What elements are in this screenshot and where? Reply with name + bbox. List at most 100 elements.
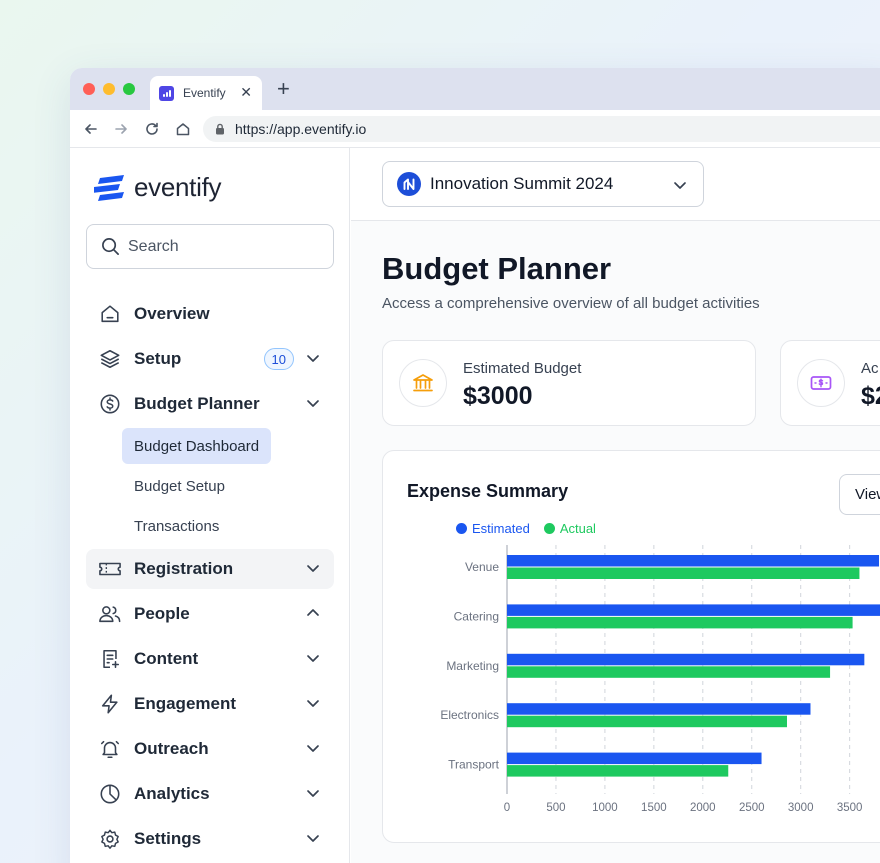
tab-title: Eventify	[183, 86, 226, 100]
sidebar-item-label: Content	[134, 649, 199, 668]
actual-budget-card: Ac $2	[780, 340, 880, 426]
sidebar-item-settings[interactable]: Settings	[86, 819, 334, 859]
sidebar-item-label: Engagement	[134, 694, 237, 713]
lock-icon	[216, 123, 224, 135]
chevron-down-icon[interactable]	[306, 741, 320, 755]
eventify-logo-icon	[94, 174, 124, 201]
page-subtitle: Access a comprehensive overview of all b…	[382, 295, 760, 312]
chevron-down-icon[interactable]	[306, 651, 320, 665]
bar-estimated	[507, 703, 811, 715]
sidebar-subitem-transactions[interactable]: Transactions	[122, 508, 231, 544]
ticket-icon	[98, 557, 122, 581]
bank-icon	[399, 359, 447, 407]
setup-count-badge: 10	[263, 348, 294, 370]
tab-bar: Eventify ✕ +	[70, 68, 880, 110]
sidebar-subitem-budget-setup[interactable]: Budget Setup	[122, 468, 237, 504]
sidebar-item-people[interactable]: People	[86, 594, 334, 634]
sidebar: eventify Search Overview Setup 10 Budget…	[70, 148, 350, 863]
x-tick-label: 3500	[837, 802, 863, 814]
search-icon	[102, 238, 119, 255]
back-icon[interactable]	[82, 120, 100, 138]
stat-value: $3000	[463, 382, 533, 410]
bar-estimated	[507, 555, 880, 567]
legend-label: Estimated	[472, 521, 530, 536]
legend-label: Actual	[559, 521, 596, 536]
sidebar-item-analytics[interactable]: Analytics	[86, 774, 334, 814]
pie-chart-icon	[98, 782, 122, 806]
sidebar-item-label: Budget Planner	[134, 394, 260, 413]
chevron-down-icon	[674, 182, 686, 189]
chevron-up-icon[interactable]	[306, 606, 320, 620]
sidebar-item-registration[interactable]: Registration	[86, 549, 334, 589]
home-browser-icon[interactable]	[174, 120, 192, 138]
stat-label: Ac	[861, 360, 879, 377]
minimize-window-button[interactable]	[103, 83, 115, 95]
layers-icon	[98, 347, 122, 371]
maximize-window-button[interactable]	[123, 83, 135, 95]
sidebar-item-label: Registration	[134, 559, 234, 578]
url-field[interactable]: https://app.eventify.io	[203, 116, 880, 142]
category-label: Marketing	[446, 659, 499, 673]
gear-icon	[98, 827, 122, 851]
event-selector[interactable]: Innovation Summit 2024	[382, 161, 704, 207]
sidebar-item-setup[interactable]: Setup 10	[86, 339, 334, 379]
sidebar-item-label: Outreach	[134, 739, 209, 758]
bar-estimated	[507, 604, 880, 616]
sidebar-subitem-budget-dashboard[interactable]: Budget Dashboard	[122, 428, 272, 464]
bar-actual	[507, 616, 853, 629]
chevron-down-icon[interactable]	[306, 831, 320, 845]
sidebar-item-label: Analytics	[134, 784, 210, 803]
sidebar-item-label: People	[134, 604, 190, 623]
stat-value: $2	[861, 382, 880, 410]
chevron-down-icon[interactable]	[306, 351, 320, 365]
category-label: Electronics	[440, 708, 499, 722]
page-title: Budget Planner	[382, 251, 612, 286]
sidebar-item-budget-planner[interactable]: Budget Planner	[86, 384, 334, 424]
chevron-down-icon[interactable]	[306, 696, 320, 710]
forward-icon[interactable]	[112, 120, 130, 138]
legend-swatch	[543, 523, 555, 534]
search-placeholder: Search	[128, 237, 179, 255]
event-name: Innovation Summit 2024	[430, 174, 614, 193]
estimated-budget-card: Estimated Budget $3000	[382, 340, 756, 426]
sidebar-item-outreach[interactable]: Outreach	[86, 729, 334, 769]
expense-summary-card: 0 500 1000 1500 2000 2500 3000 3500 Venue Caterin…	[382, 450, 880, 843]
browser-tab[interactable]: Eventify ✕	[150, 76, 262, 110]
view-button[interactable]: View	[839, 474, 880, 515]
bar-actual	[507, 765, 729, 777]
main-content: Innovation Summit 2024 Budget Planner Ac…	[351, 148, 880, 863]
sidebar-item-label: Setup	[134, 349, 182, 368]
reload-icon[interactable]	[143, 120, 161, 138]
stat-label: Estimated Budget	[463, 360, 582, 377]
close-window-button[interactable]	[83, 83, 95, 95]
url-text: https://app.eventify.io	[235, 121, 367, 137]
x-tick-label: 1000	[592, 802, 618, 814]
chevron-down-icon[interactable]	[306, 396, 320, 410]
x-tick-label: 1500	[641, 802, 667, 814]
sidebar-item-content[interactable]: Content	[86, 639, 334, 679]
search-input[interactable]: Search	[86, 224, 334, 269]
dollar-circle-icon	[98, 392, 122, 416]
chevron-down-icon[interactable]	[306, 786, 320, 800]
x-tick-label: 0	[504, 802, 510, 814]
chart-title: Expense Summary	[407, 481, 569, 501]
sidebar-item-label: Overview	[134, 304, 210, 323]
bar-actual	[507, 567, 860, 579]
new-tab-icon[interactable]: +	[277, 78, 290, 100]
x-tick-label: 500	[546, 802, 565, 814]
logo-text: eventify	[134, 172, 222, 202]
browser-window: Eventify ✕ + https://app.eventify.io eve…	[70, 68, 880, 863]
bar-actual	[507, 666, 831, 678]
bar-actual	[507, 715, 787, 728]
sidebar-item-engagement[interactable]: Engagement	[86, 684, 334, 724]
chevron-down-icon[interactable]	[306, 561, 320, 575]
bar-estimated	[507, 653, 865, 666]
x-tick-label: 2500	[739, 802, 765, 814]
close-tab-icon[interactable]: ✕	[240, 84, 252, 101]
cash-icon	[797, 359, 845, 407]
sidebar-item-label: Settings	[134, 829, 202, 848]
legend-item-estimated: Estimated	[456, 521, 530, 536]
eventify-logo[interactable]: eventify	[94, 172, 222, 203]
sidebar-item-overview[interactable]: Overview	[86, 294, 334, 334]
chart-legend: Estimated Actual	[456, 521, 610, 536]
